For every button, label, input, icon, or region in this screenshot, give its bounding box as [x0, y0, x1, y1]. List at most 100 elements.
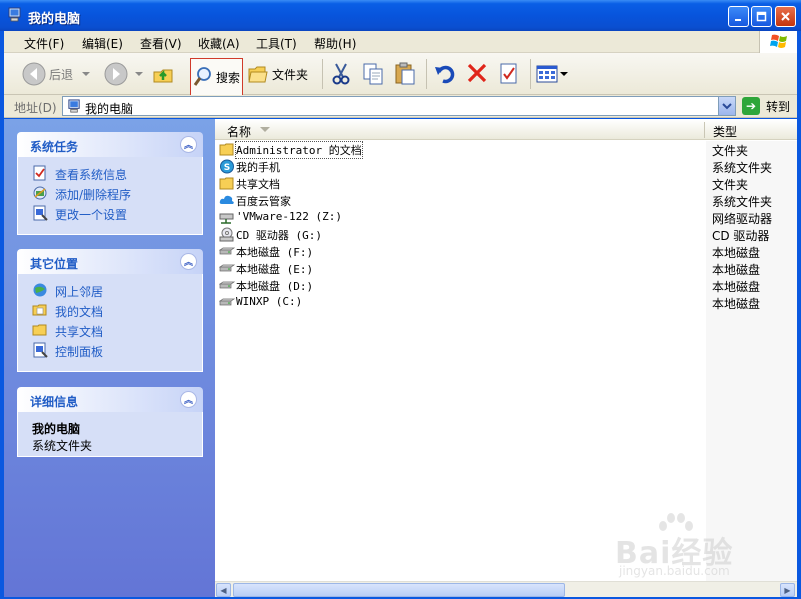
- task-change-setting[interactable]: 更改一个设置: [18, 203, 202, 223]
- system-tasks-header[interactable]: 系统任务 ︽: [17, 132, 203, 157]
- list-item[interactable]: 百度云管家 系统文件夹: [215, 192, 797, 209]
- forward-button[interactable]: [104, 58, 144, 90]
- hard-disk-icon: [219, 298, 235, 306]
- network-places-icon: [33, 283, 47, 297]
- details-item-name: 我的电脑: [32, 422, 81, 436]
- control-panel-icon: [33, 342, 48, 358]
- search-button[interactable]: 搜索: [190, 58, 244, 96]
- menu-help[interactable]: 帮助(H): [314, 35, 356, 52]
- list-item[interactable]: CD 驱动器 (G:) CD 驱动器: [215, 226, 797, 243]
- menu-view[interactable]: 查看(V): [140, 35, 182, 52]
- item-type: 本地磁盘: [712, 297, 761, 311]
- phone-icon: S: [220, 159, 234, 174]
- place-network[interactable]: 网上邻居: [18, 280, 202, 300]
- paste-button[interactable]: [394, 58, 416, 90]
- column-divider[interactable]: [704, 122, 705, 138]
- column-header-type[interactable]: 类型: [713, 123, 737, 140]
- place-label: 控制面板: [55, 345, 104, 359]
- menu-favorites[interactable]: 收藏(A): [198, 35, 240, 52]
- menu-file[interactable]: 文件(F): [24, 35, 64, 52]
- folders-icon: [248, 66, 268, 83]
- properties-icon: [500, 63, 517, 84]
- other-places-panel: 其它位置 ︽ 网上邻居 我的文档 共享文档 控制面板: [17, 249, 203, 372]
- hard-disk-icon: [219, 264, 235, 272]
- cut-button[interactable]: [330, 58, 352, 90]
- folders-button[interactable]: 文件夹: [247, 58, 308, 90]
- list-item[interactable]: 共享文档 文件夹: [215, 175, 797, 192]
- list-item[interactable]: 本地磁盘 (F:) 本地磁盘: [215, 243, 797, 260]
- task-add-remove-programs[interactable]: 添加/删除程序: [18, 183, 202, 203]
- title-bar[interactable]: 我的电脑: [0, 0, 801, 31]
- details-panel: 详细信息 ︽ 我的电脑 系统文件夹: [17, 387, 203, 457]
- window-title: 我的电脑: [28, 12, 81, 27]
- item-type: 系统文件夹: [712, 195, 773, 209]
- details-header[interactable]: 详细信息 ︽: [17, 387, 203, 412]
- item-type: 文件夹: [712, 144, 749, 158]
- menu-edit[interactable]: 编辑(E): [82, 35, 123, 52]
- task-view-system-info[interactable]: 查看系统信息: [18, 163, 202, 183]
- up-folder-icon: [153, 69, 173, 83]
- place-label: 共享文档: [55, 325, 104, 339]
- minimize-button[interactable]: [728, 6, 749, 27]
- list-item[interactable]: 本地磁盘 (D:) 本地磁盘: [215, 277, 797, 294]
- folder-icon: [219, 177, 234, 190]
- chevron-down-icon: [722, 103, 732, 110]
- search-label: 搜索: [216, 70, 241, 85]
- panel-title: 其它位置: [30, 257, 79, 271]
- list-item[interactable]: Administrator 的文档 文件夹: [215, 141, 797, 159]
- list-item[interactable]: WINXP (C:) 本地磁盘: [215, 294, 797, 311]
- task-label: 查看系统信息: [55, 168, 128, 182]
- item-name: 本地磁盘 (D:): [236, 280, 314, 293]
- folder-icon: [219, 143, 234, 156]
- menu-tools[interactable]: 工具(T): [256, 35, 297, 52]
- item-name: CD 驱动器 (G:): [236, 229, 322, 242]
- list-item[interactable]: 本地磁盘 (E:) 本地磁盘: [215, 260, 797, 277]
- toolbar-separator: [322, 59, 323, 89]
- delete-button[interactable]: [466, 58, 488, 90]
- column-header-name[interactable]: 名称: [227, 123, 251, 140]
- system-info-icon: [33, 165, 46, 181]
- collapse-chevron-icon[interactable]: ︽: [180, 136, 197, 153]
- undo-icon: [435, 65, 455, 84]
- scroll-right-button[interactable]: ▶: [780, 583, 795, 597]
- paste-icon: [395, 62, 415, 85]
- item-name: 我的手机: [236, 161, 280, 174]
- collapse-chevron-icon[interactable]: ︽: [180, 391, 197, 408]
- windows-logo: [759, 31, 797, 53]
- item-name: WINXP (C:): [236, 295, 303, 308]
- close-button[interactable]: [775, 6, 796, 27]
- item-type: 网络驱动器: [712, 212, 773, 226]
- address-value: 我的电脑: [85, 102, 134, 116]
- list-item[interactable]: 'VMware-122 (Z:) 网络驱动器: [215, 209, 797, 226]
- delete-x-icon: [467, 63, 487, 83]
- panel-title: 详细信息: [30, 395, 79, 409]
- item-name: Administrator 的文档: [235, 141, 363, 159]
- undo-button[interactable]: [434, 58, 456, 90]
- collapse-chevron-icon[interactable]: ︽: [180, 253, 197, 270]
- place-control-panel[interactable]: 控制面板: [18, 340, 202, 360]
- maximize-button[interactable]: [751, 6, 772, 27]
- scroll-thumb[interactable]: [233, 583, 565, 597]
- dropdown-arrow-icon: [82, 72, 91, 76]
- item-name: 百度云管家: [236, 195, 291, 208]
- go-label: 转到: [766, 99, 791, 114]
- change-setting-icon: [33, 205, 48, 221]
- place-label: 我的文档: [55, 305, 104, 319]
- up-folder-button[interactable]: [152, 58, 174, 90]
- go-button[interactable]: ➔ 转到: [742, 96, 790, 116]
- other-places-header[interactable]: 其它位置 ︽: [17, 249, 203, 274]
- back-button[interactable]: 后退: [22, 58, 91, 90]
- scroll-left-button[interactable]: ◀: [216, 583, 231, 597]
- views-button[interactable]: [536, 58, 568, 90]
- address-dropdown-button[interactable]: [718, 97, 735, 115]
- toolbar-separator: [426, 59, 427, 89]
- list-item[interactable]: S 我的手机 系统文件夹: [215, 158, 797, 175]
- close-icon: [781, 12, 790, 21]
- properties-button[interactable]: [498, 58, 520, 90]
- watermark-url: jingyan.baidu.com: [619, 564, 730, 578]
- copy-button[interactable]: [362, 58, 384, 90]
- place-shared-documents[interactable]: 共享文档: [18, 320, 202, 340]
- address-input[interactable]: 我的电脑: [62, 96, 736, 116]
- place-my-documents[interactable]: 我的文档: [18, 300, 202, 320]
- toolbar: 后退 搜索 文件夹: [4, 53, 797, 96]
